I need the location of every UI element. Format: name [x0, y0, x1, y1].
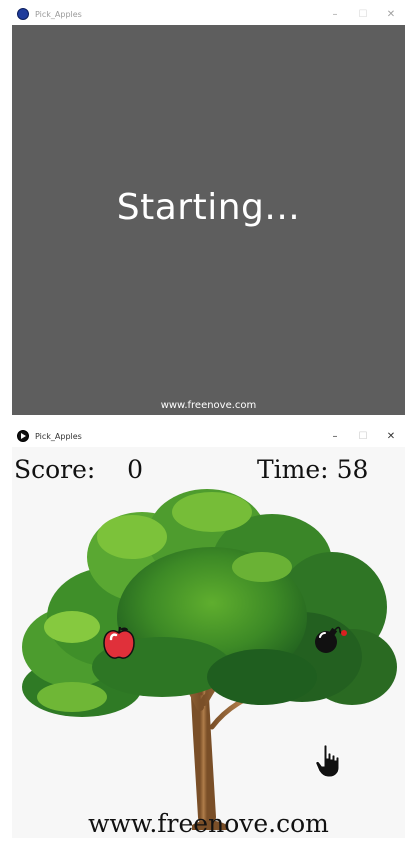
- hand-pointer-icon[interactable]: [315, 744, 343, 778]
- starting-message: Starting...: [116, 187, 301, 228]
- title-bar[interactable]: Pick_Apples – ☐ ✕: [12, 425, 405, 447]
- window-title: Pick_Apples: [35, 431, 82, 441]
- apple-icon[interactable]: [102, 625, 136, 661]
- footer-url: www.freenove.com: [88, 809, 329, 838]
- starting-window: Pick_Apples – ☐ ✕ Starting... www.freeno…: [12, 3, 405, 415]
- close-button[interactable]: ✕: [377, 425, 405, 447]
- game-canvas[interactable]: Score: 0 Time: 58 www.freenove.com: [12, 447, 405, 838]
- time-display: Time: 58: [257, 455, 368, 484]
- game-window: Pick_Apples – ☐ ✕ Score: 0 Time: 58 www.…: [12, 425, 405, 838]
- score-label: Score:: [14, 455, 96, 484]
- minimize-button[interactable]: –: [321, 3, 349, 25]
- tree-canopy: [22, 489, 397, 717]
- app-icon: [17, 8, 29, 20]
- bomb-icon[interactable]: [312, 623, 348, 655]
- score-value: 0: [127, 455, 144, 484]
- score-display: Score: 0: [14, 455, 143, 484]
- time-label: Time:: [257, 455, 329, 484]
- maximize-button[interactable]: ☐: [349, 425, 377, 447]
- minimize-button[interactable]: –: [321, 425, 349, 447]
- game-canvas[interactable]: Starting... www.freenove.com: [12, 25, 405, 415]
- maximize-button[interactable]: ☐: [349, 3, 377, 25]
- close-button[interactable]: ✕: [377, 3, 405, 25]
- window-title: Pick_Apples: [35, 9, 82, 19]
- app-icon: [17, 430, 29, 442]
- title-bar[interactable]: Pick_Apples – ☐ ✕: [12, 3, 405, 25]
- time-value: 58: [336, 455, 369, 484]
- footer-url: www.freenove.com: [160, 400, 257, 411]
